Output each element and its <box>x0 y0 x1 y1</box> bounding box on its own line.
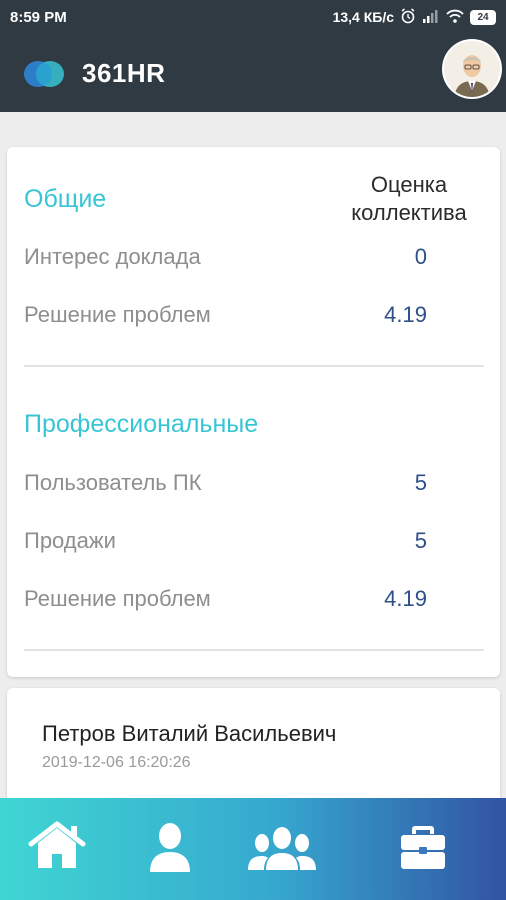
rating-value: 4.19 <box>384 302 427 327</box>
status-time: 8:59 PM <box>10 8 67 26</box>
network-speed: 13,4 КБ/с <box>332 9 394 25</box>
nav-home[interactable] <box>17 816 97 876</box>
ratings-card: Оценка коллектива Общие Интерес доклада … <box>7 147 500 677</box>
logo-icon <box>22 53 66 95</box>
rating-label: Интерес доклада <box>24 244 201 269</box>
column-header: Оценка коллектива <box>351 172 467 225</box>
app-bar: 361HR <box>0 34 506 112</box>
rating-label: Пользователь ПК <box>24 470 202 495</box>
signal-icon <box>422 9 440 26</box>
battery-icon: 24 <box>470 9 496 25</box>
status-indicators: 13,4 КБ/с 24 <box>332 7 496 27</box>
review-date: 2019-12-06 16:20:26 <box>42 754 191 771</box>
rating-value: 0 <box>414 244 427 269</box>
bottom-navigation <box>0 798 506 900</box>
user-avatar[interactable] <box>444 41 500 97</box>
home-icon <box>17 821 97 880</box>
status-bar: 8:59 PM 13,4 КБ/с 24 <box>0 0 506 34</box>
nav-profile[interactable] <box>130 816 210 876</box>
person-icon <box>130 823 210 880</box>
rating-label: Решение проблем <box>24 302 211 327</box>
rating-value: 5 <box>414 470 427 495</box>
rating-value: 4.19 <box>384 586 427 611</box>
section-divider <box>24 649 484 651</box>
reviewer-name: Петров Виталий Васильевич <box>42 721 337 746</box>
section-divider <box>24 365 484 367</box>
briefcase-icon <box>383 826 463 880</box>
wifi-icon <box>446 9 464 26</box>
brand-name: 361HR <box>82 58 166 88</box>
nav-work[interactable] <box>383 816 463 876</box>
section-title-professional: Профессиональные <box>24 410 259 438</box>
nav-team[interactable] <box>242 816 322 876</box>
rating-value: 5 <box>414 528 427 553</box>
alarm-icon <box>400 7 416 27</box>
rating-label: Продажи <box>24 528 116 553</box>
section-title-general: Общие <box>24 185 107 213</box>
group-icon <box>242 827 322 880</box>
rating-label: Решение проблем <box>24 586 211 611</box>
